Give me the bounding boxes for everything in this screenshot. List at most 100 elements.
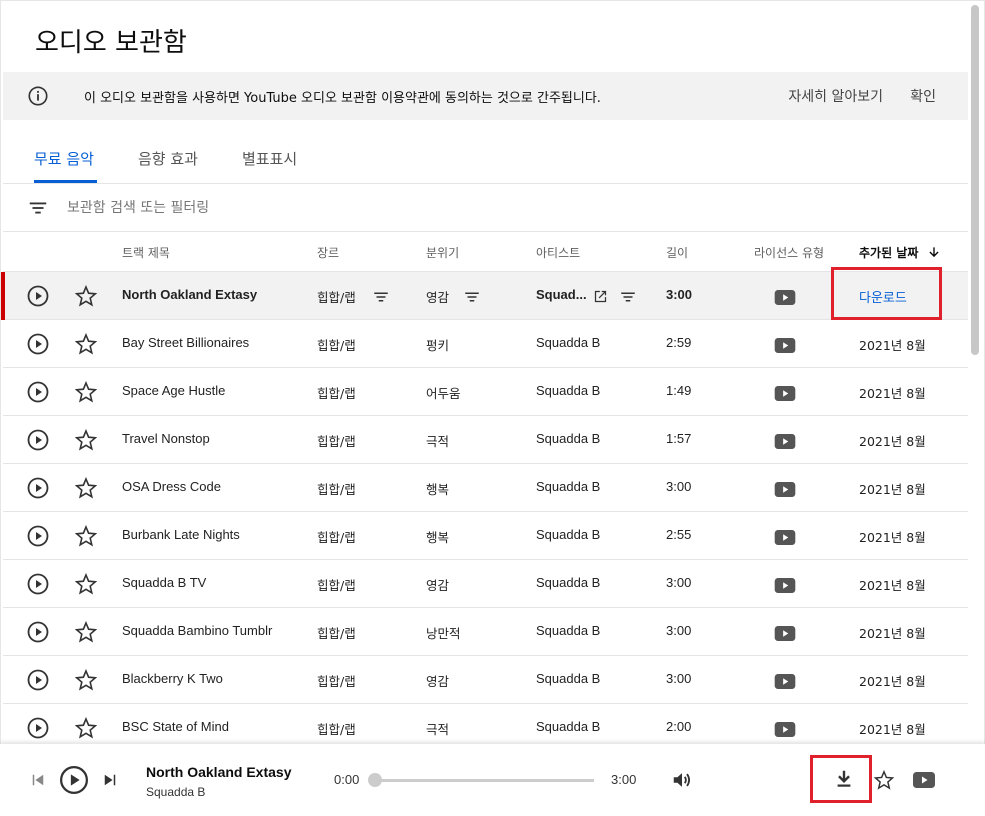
play-icon[interactable] [26,332,50,356]
track-artist: Squadda B [536,575,601,590]
filter-bar [3,184,968,232]
star-icon[interactable] [74,284,98,308]
track-length: 2:55 [666,527,692,542]
track-genre: 힙합/랩 [317,434,356,449]
star-icon[interactable] [74,380,98,404]
table-row[interactable]: OSA Dress Code 힙합/랩 행복 Squadda B 3:00 2021년 8… [3,464,968,512]
table-row[interactable]: Bay Street Billionaires 힙합/랩 펑키 Squadda B 2:… [3,320,968,368]
star-icon[interactable] [74,668,98,692]
track-artist: Squadda B [536,479,601,494]
track-title: Squadda Bambino Tumblr [122,623,273,638]
youtube-icon [774,290,796,305]
tab-starred[interactable]: 별표표시 [242,148,297,169]
table-row[interactable]: Travel Nonstop 힙합/랩 극적 Squadda B 1:57 2021년 8… [3,416,968,464]
search-input[interactable] [67,199,567,216]
track-length: 1:49 [666,383,692,398]
play-icon[interactable] [26,572,50,596]
track-artist: Squad... [536,287,587,302]
progress-track[interactable] [375,779,594,782]
star-icon[interactable] [74,572,98,596]
download-highlight-box [831,267,942,320]
progress-thumb[interactable] [368,773,382,787]
track-mood: 낭만적 [426,626,461,641]
play-icon[interactable] [26,716,50,740]
confirm-button[interactable]: 확인 [910,86,936,106]
date-added: 2021년 8월 [859,530,926,545]
track-artist: Squadda B [536,671,601,686]
youtube-icon [774,386,796,401]
track-length: 3:00 [666,479,692,494]
track-mood: 영감 [426,290,450,305]
external-link-icon[interactable] [593,289,608,304]
play-icon[interactable] [26,524,50,548]
play-icon[interactable] [26,284,50,308]
total-time: 3:00 [611,772,637,787]
track-genre: 힙합/랩 [317,674,356,689]
date-added: 2021년 8월 [859,674,926,689]
filter-mood-icon[interactable] [463,288,481,306]
arrow-down-icon[interactable] [927,245,941,259]
header-mood[interactable]: 분위기 [426,244,459,261]
play-button-icon[interactable] [59,765,89,795]
volume-icon[interactable] [671,769,693,791]
star-icon[interactable] [74,428,98,452]
active-tab-indicator [34,180,97,183]
learn-more-link[interactable]: 자세히 알아보기 [788,86,883,106]
star-icon[interactable] [74,716,98,740]
star-icon[interactable] [873,769,895,791]
track-title: North Oakland Extasy [122,287,258,302]
track-length: 2:59 [666,335,692,350]
play-icon[interactable] [26,380,50,404]
track-genre: 힙합/랩 [317,626,356,641]
track-mood: 행복 [426,530,450,545]
table-row[interactable]: Squadda Bambino Tumblr 힙합/랩 낭만적 Squadda B 3:… [3,608,968,656]
table-header: 트랙 제목 장르 분위기 아티스트 길이 라이선스 유형 추가된 날짜 [3,232,968,272]
star-icon[interactable] [74,332,98,356]
scrollbar[interactable] [971,5,979,355]
youtube-icon [774,530,796,545]
star-icon[interactable] [74,476,98,500]
header-track-title[interactable]: 트랙 제목 [122,244,170,261]
play-icon[interactable] [26,428,50,452]
table-row[interactable]: Burbank Late Nights 힙합/랩 행복 Squadda B 2:55 20… [3,512,968,560]
youtube-icon [774,674,796,689]
date-added: 2021년 8월 [859,626,926,641]
tab-sound-effects[interactable]: 음향 효과 [138,148,198,169]
header-genre[interactable]: 장르 [317,244,339,261]
filter-icon[interactable] [27,197,49,219]
track-mood: 어두움 [426,386,461,401]
track-title: OSA Dress Code [122,479,221,494]
table-row[interactable]: North Oakland Extasy 힙합/랩 영감 Squad... 3:00 다운… [1,272,968,320]
table-row[interactable]: Space Age Hustle 힙합/랩 어두움 Squadda B 1:49 2021… [3,368,968,416]
track-mood: 영감 [426,578,450,593]
tab-bar: 무료 음악 음향 효과 별표표시 [3,138,968,184]
tab-free-music[interactable]: 무료 음악 [34,148,94,169]
track-mood: 극적 [426,434,450,449]
header-date-added[interactable]: 추가된 날짜 [859,244,918,261]
track-genre: 힙합/랩 [317,578,356,593]
youtube-icon [774,722,796,737]
header-length[interactable]: 길이 [666,244,688,261]
track-genre: 힙합/랩 [317,338,356,353]
star-icon[interactable] [74,620,98,644]
filter-artist-icon[interactable] [619,288,637,306]
track-title: Squadda B TV [122,575,207,590]
track-artist: Squadda B [536,527,601,542]
track-length: 1:57 [666,431,692,446]
header-artist[interactable]: 아티스트 [536,244,580,261]
download-icon-highlight-box [810,755,872,803]
track-artist: Squadda B [536,335,601,350]
play-icon[interactable] [26,476,50,500]
star-icon[interactable] [74,524,98,548]
play-icon[interactable] [26,620,50,644]
table-row[interactable]: Blackberry K Two 힙합/랩 영감 Squadda B 3:00 2021년… [3,656,968,704]
table-row[interactable]: Squadda B TV 힙합/랩 영감 Squadda B 3:00 2021년 8월 [3,560,968,608]
skip-previous-icon[interactable] [29,771,47,789]
header-license-type[interactable]: 라이선스 유형 [754,244,824,261]
skip-next-icon[interactable] [101,771,119,789]
filter-genre-icon[interactable] [372,288,390,306]
youtube-icon[interactable] [913,772,935,788]
date-added: 2021년 8월 [859,722,926,737]
now-playing-artist: Squadda B [146,785,206,799]
play-icon[interactable] [26,668,50,692]
